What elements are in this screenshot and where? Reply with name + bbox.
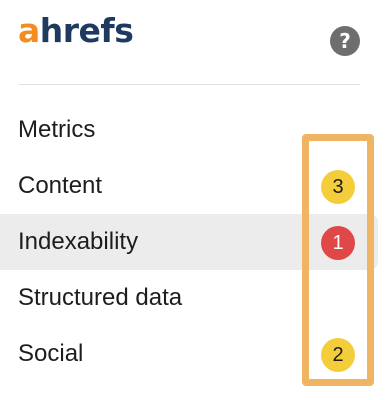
report-menu: Metrics Content 3 Indexability 1 Structu…	[0, 102, 388, 382]
help-glyph: ?	[339, 29, 351, 53]
menu-item-label: Indexability	[18, 228, 139, 255]
menu-item-social[interactable]: Social 2	[0, 326, 388, 382]
logo-letter-a: a	[18, 11, 40, 50]
logo-text: hrefs	[39, 11, 134, 50]
menu-item-label: Content	[18, 172, 103, 199]
menu-item-indexability[interactable]: Indexability 1	[0, 214, 378, 270]
header-divider	[18, 84, 360, 85]
question-circle-icon[interactable]: ?	[330, 26, 360, 56]
site-audit-panel: ahrefs ? Metrics Content 3 Indexability …	[0, 0, 388, 400]
warning-count-badge: 3	[321, 170, 355, 204]
menu-item-structured-data[interactable]: Structured data	[0, 270, 388, 326]
warning-count-badge: 2	[321, 338, 355, 372]
menu-item-metrics[interactable]: Metrics	[0, 102, 388, 158]
error-count-badge: 1	[321, 226, 355, 260]
menu-item-label: Metrics	[18, 116, 96, 143]
ahrefs-logo[interactable]: ahrefs	[18, 11, 134, 50]
menu-item-content[interactable]: Content 3	[0, 158, 388, 214]
menu-item-label: Social	[18, 340, 84, 367]
menu-item-label: Structured data	[18, 284, 183, 311]
